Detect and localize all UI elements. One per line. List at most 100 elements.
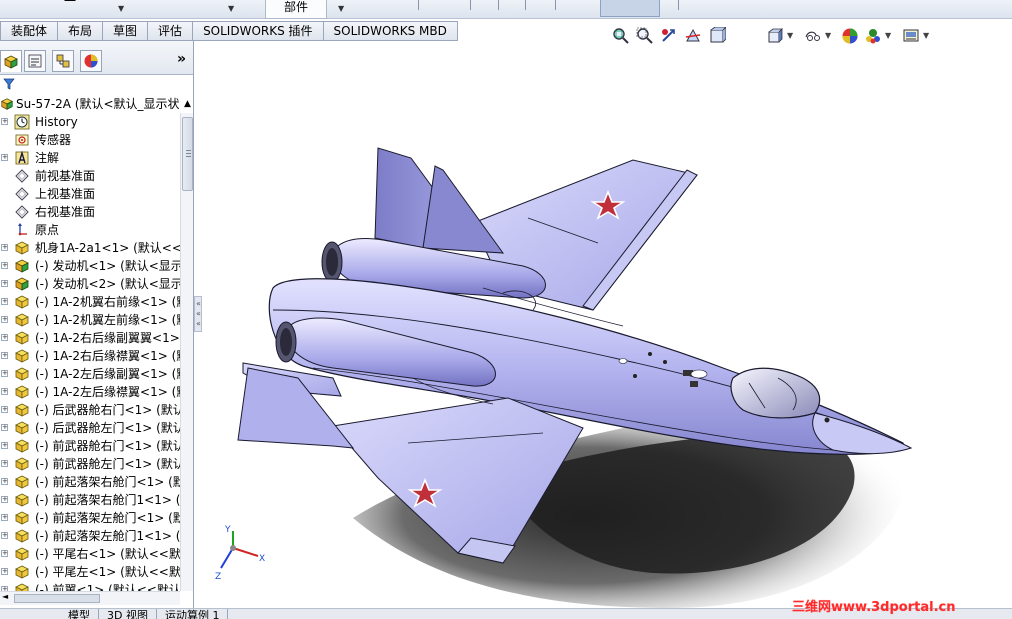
graphics-area[interactable]: Y X Z [203, 48, 1012, 608]
tab-layout[interactable]: 布局 [58, 21, 104, 41]
tree-item[interactable]: + (-) 1A-2机翼左前缘<1> (默 [0, 311, 180, 329]
collapse-arrow-icon[interactable]: ««« [196, 299, 201, 329]
expand-toggle-icon[interactable]: + [1, 370, 8, 377]
tree-item[interactable]: + (-) 前起落架右舱门1<1> (默 [0, 491, 180, 509]
dynamic-annotation-icon[interactable] [708, 27, 726, 45]
expand-toggle-icon[interactable]: + [1, 478, 8, 485]
panel-splitter[interactable]: ««« [194, 296, 202, 332]
tree-item[interactable]: + (-) 前武器舱右门<1> (默认 [0, 437, 180, 455]
chevron-down-icon[interactable]: ▼ [825, 31, 831, 40]
apply-scene-icon[interactable] [864, 27, 882, 45]
expand-toggle-icon[interactable]: + [1, 316, 8, 323]
tab-evaluate[interactable]: 评估 [148, 21, 194, 41]
tree-item-label: (-) 1A-2右后缘襟翼<1> (默 [35, 349, 180, 363]
expand-toggle-icon[interactable]: + [1, 244, 8, 251]
expand-toggle-icon[interactable]: + [1, 496, 8, 503]
tree-item[interactable]: + (-) 发动机<2> (默认<显示 [0, 275, 180, 293]
tree-item[interactable]: + (-) 发动机<1> (默认<显示 [0, 257, 180, 275]
display-style-icon[interactable] [804, 27, 822, 45]
part-icon [14, 384, 30, 400]
expand-toggle-icon[interactable]: + [1, 532, 8, 539]
filter-icon[interactable] [3, 78, 15, 90]
scrollbar-thumb[interactable] [182, 117, 193, 191]
scroll-left-icon[interactable]: ◄ [2, 592, 8, 601]
expand-toggle-icon[interactable]: + [1, 280, 8, 287]
expand-toggle-icon[interactable]: + [1, 568, 8, 575]
tree-item[interactable]: + (-) 后武器舱左门<1> (默认 [0, 419, 180, 437]
tree-item[interactable]: + (-) 1A-2右后缘副翼翼<1> [0, 329, 180, 347]
expand-toggle-icon[interactable]: + [1, 514, 8, 521]
scroll-up-icon[interactable]: ▲ [184, 95, 191, 113]
tree-item[interactable]: + (-) 前翼<1> (默认<<默认 [0, 581, 180, 591]
tree-item[interactable]: 右视基准面 [0, 203, 180, 221]
tab-3d-view[interactable]: 3D 视图 [99, 609, 157, 619]
tree-item[interactable]: 原点 [0, 221, 180, 239]
propertymanager-tab[interactable] [24, 50, 46, 72]
expand-toggle-icon[interactable]: + [1, 334, 8, 341]
chevron-down-icon[interactable]: ▼ [338, 4, 344, 13]
expand-toggle-icon[interactable]: + [1, 118, 8, 125]
tree-item[interactable]: + (-) 平尾左<1> (默认<<默认 [0, 563, 180, 581]
chevron-down-icon[interactable]: ▼ [228, 4, 234, 13]
tree-item-label: (-) 前起落架左舱门1<1> (默 [35, 529, 180, 543]
tab-motion-study[interactable]: 运动算例 1 [157, 609, 229, 619]
displaymanager-tab[interactable] [80, 50, 102, 72]
tree-item[interactable]: 传感器 [0, 131, 180, 149]
tree-item-label: (-) 1A-2右后缘副翼翼<1> [35, 331, 180, 345]
expand-toggle-icon[interactable]: + [1, 262, 8, 269]
tree-item[interactable]: + 注解 [0, 149, 180, 167]
tree-item[interactable]: + (-) 后武器舱右门<1> (默认 [0, 401, 180, 419]
expand-toggle-icon[interactable]: + [1, 406, 8, 413]
tree-item[interactable]: 上视基准面 [0, 185, 180, 203]
tree-item[interactable]: + (-) 前起落架右舱门<1> (默 [0, 473, 180, 491]
zoom-to-area-icon[interactable] [636, 27, 654, 45]
scrollbar-thumb[interactable] [14, 594, 100, 603]
tree-item[interactable]: + (-) 平尾右<1> (默认<<默认 [0, 545, 180, 563]
chevron-down-icon[interactable]: ▼ [923, 31, 929, 40]
tree-vertical-scrollbar[interactable] [180, 113, 193, 591]
tab-solidworks-mbd[interactable]: SOLIDWORKS MBD [323, 21, 458, 41]
view-settings-icon[interactable] [902, 27, 920, 45]
chevron-down-icon[interactable]: ▼ [787, 31, 793, 40]
chevron-down-icon[interactable]: ▼ [118, 4, 124, 13]
tree-item[interactable]: + (-) 1A-2左后缘襟翼<1> (默 [0, 383, 180, 401]
expand-toggle-icon[interactable]: + [1, 442, 8, 449]
featuremanager-tab[interactable] [0, 50, 22, 72]
tree-horizontal-scrollbar[interactable]: ◄ [0, 591, 180, 605]
tree-item[interactable]: + (-) 前武器舱左门<1> (默认 [0, 455, 180, 473]
expand-toggle-icon[interactable]: + [1, 388, 8, 395]
tree-item-label: (-) 前起落架右舱门<1> (默 [35, 475, 180, 489]
previous-view-icon[interactable] [660, 27, 678, 45]
view-orientation-icon[interactable] [766, 27, 784, 45]
configurationmanager-icon [56, 54, 70, 68]
tab-model[interactable]: 模型 [60, 609, 99, 619]
tree-item[interactable]: + 机身1A-2a1<1> (默认<<默 [0, 239, 180, 257]
tree-item[interactable]: + (-) 1A-2左后缘副翼<1> (默 [0, 365, 180, 383]
configurationmanager-tab[interactable] [52, 50, 74, 72]
chevron-down-icon[interactable]: ▼ [885, 31, 891, 40]
tree-item[interactable]: 前视基准面 [0, 167, 180, 185]
expand-toggle-icon[interactable]: + [1, 352, 8, 359]
edit-appearance-icon[interactable] [841, 27, 859, 45]
part-button[interactable]: 部件 [265, 0, 327, 19]
tab-assembly[interactable]: 装配体 [0, 21, 59, 41]
tab-solidworks-addins[interactable]: SOLIDWORKS 插件 [193, 21, 324, 41]
tree-item[interactable]: + History [0, 113, 180, 131]
tree-item[interactable]: + (-) 前起落架左舱门1<1> (默 [0, 527, 180, 545]
panel-expand-button[interactable]: » [177, 51, 186, 67]
tree-item[interactable]: + (-) 1A-2右后缘襟翼<1> (默 [0, 347, 180, 365]
expand-toggle-icon[interactable]: + [1, 154, 8, 161]
expand-toggle-icon[interactable]: + [1, 298, 8, 305]
section-view-icon[interactable] [684, 27, 702, 45]
aircraft-model[interactable]: Y X Z [203, 48, 1012, 608]
zoom-to-fit-icon[interactable] [612, 27, 630, 45]
expand-toggle-icon[interactable]: + [1, 550, 8, 557]
tree-root-assembly[interactable]: Su-57-2A (默认<默认_显示状 ▲ [0, 95, 193, 113]
tree-item-label: 传感器 [35, 133, 72, 147]
expand-toggle-icon[interactable]: + [1, 424, 8, 431]
tree-item[interactable]: + (-) 1A-2机翼右前缘<1> (默 [0, 293, 180, 311]
tab-sketch[interactable]: 草图 [103, 21, 149, 41]
expand-toggle-icon[interactable]: + [1, 460, 8, 467]
tree-item[interactable]: + (-) 前起落架左舱门<1> (默 [0, 509, 180, 527]
selected-tool-button[interactable] [600, 0, 660, 17]
